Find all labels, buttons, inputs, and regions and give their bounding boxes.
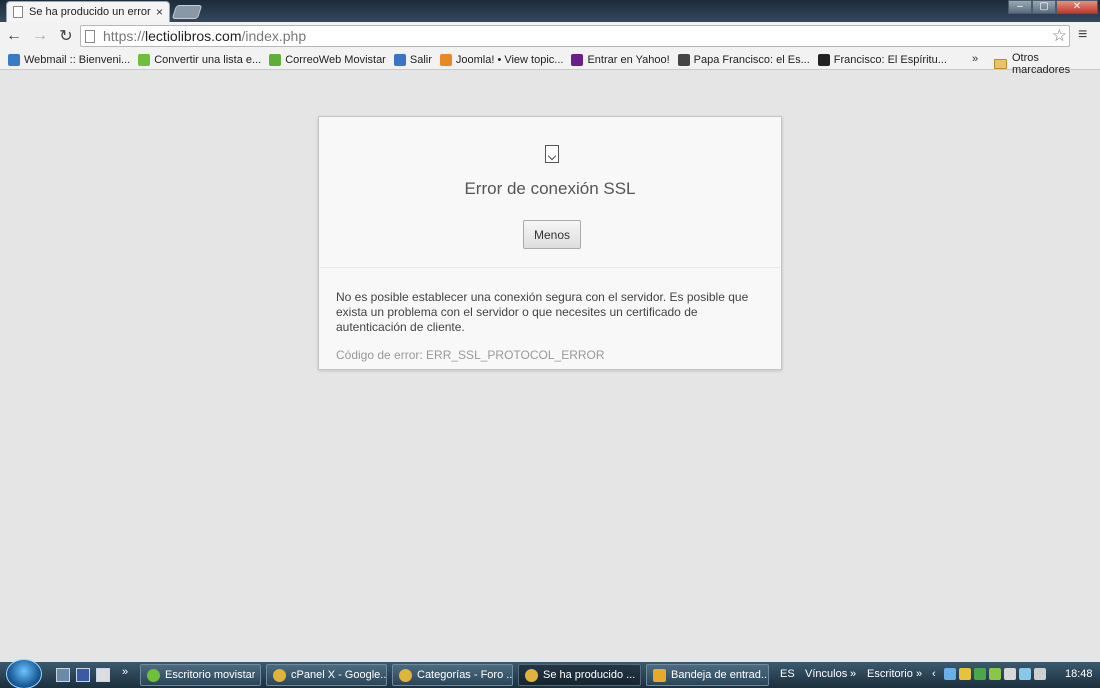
start-button[interactable] — [6, 659, 42, 688]
address-bar[interactable]: https://lectiolibros.com/index.php ☆ — [80, 25, 1070, 47]
bookmark-label: Francisco: El Espíritu... — [833, 53, 947, 66]
other-bookmarks-folder[interactable]: Otros marcadores — [994, 52, 1100, 76]
bookmark-label: Convertir una lista e... — [154, 53, 262, 66]
folder-icon — [994, 59, 1007, 69]
taskbar-button[interactable]: Escritorio movistar — [140, 664, 261, 686]
page-icon — [13, 6, 23, 18]
bookmark-label: Joomla! • View topic... — [455, 53, 564, 66]
mail-icon — [653, 668, 666, 682]
desktop-toolbar[interactable]: Escritorio — [867, 668, 913, 680]
error-title: Error de conexión SSL — [464, 179, 636, 198]
antivirus-icon[interactable] — [989, 668, 1001, 680]
check-icon[interactable] — [974, 668, 986, 680]
broken-document-icon — [545, 145, 559, 163]
error-details: No es posible establecer una conexión se… — [319, 268, 781, 362]
other-bookmarks-label: Otros marcadores — [1012, 52, 1071, 76]
error-description: No es posible establecer una conexión se… — [336, 290, 749, 334]
connection-icon[interactable] — [1019, 668, 1031, 680]
bookmarks-bar: Webmail :: Bienveni... Convertir una lis… — [0, 50, 1100, 76]
tray-expand-icon[interactable]: ‹ — [932, 668, 936, 680]
bookmark-item[interactable]: Joomla! • View topic... — [439, 53, 564, 66]
links-more-icon[interactable]: » — [850, 668, 856, 680]
et-icon — [138, 53, 151, 66]
page-icon — [85, 29, 95, 43]
chrome-icon — [399, 668, 412, 682]
bookmark-label: Webmail :: Bienveni... — [24, 53, 131, 66]
bookmark-label: Salir — [409, 53, 432, 66]
new-tab-button[interactable] — [171, 5, 203, 19]
minimize-button[interactable]: ‒ — [1008, 0, 1032, 14]
windows-taskbar: » Escritorio movistar cPanel X - Google.… — [0, 659, 1100, 688]
quick-launch-more-icon[interactable]: » — [122, 666, 128, 678]
chrome-menu-icon[interactable]: ≡ — [1078, 26, 1087, 44]
error-code: Código de error: ERR_SSL_PROTOCOL_ERROR — [336, 348, 605, 362]
url-text[interactable]: https://lectiolibros.com/index.php — [103, 28, 306, 44]
language-indicator[interactable]: ES — [780, 668, 795, 680]
links-toolbar[interactable]: Vínculos — [805, 668, 847, 680]
window-switch-icon[interactable] — [96, 668, 110, 682]
ssl-error-card: Error de conexión SSL Menos No es posibl… — [318, 116, 782, 370]
bookmark-item[interactable]: Entrar en Yahoo! — [571, 53, 670, 66]
bookmark-item[interactable]: Papa Francisco: el Es... — [677, 53, 810, 66]
quick-launch — [56, 668, 116, 682]
tab-title: Se ha producido un error d — [29, 6, 152, 18]
google-icon — [393, 53, 406, 66]
tab-close-icon[interactable]: × — [156, 5, 163, 19]
bookmark-item[interactable]: Francisco: El Espíritu... — [817, 53, 947, 66]
reload-button[interactable]: ↻ — [54, 24, 78, 48]
webmail-icon — [8, 53, 20, 66]
chrome-icon — [273, 668, 286, 682]
photoshop-icon[interactable] — [76, 668, 90, 682]
movistar-icon — [269, 53, 282, 66]
taskbar-button[interactable]: cPanel X - Google... — [266, 664, 387, 686]
taskbar-label: Se ha producido ... — [543, 669, 636, 681]
chrome-icon — [525, 668, 538, 682]
tab-active[interactable]: Se ha producido un error d × — [6, 1, 170, 22]
taskbar-button[interactable]: Bandeja de entrad... — [646, 664, 769, 686]
bookmarks-more-icon[interactable]: » — [972, 53, 978, 65]
bookmark-label: Papa Francisco: el Es... — [693, 53, 810, 66]
desktop-icon[interactable] — [56, 668, 70, 682]
bookmark-item[interactable]: CorreoWeb Movistar — [269, 53, 386, 66]
url-path: /index.php — [241, 28, 307, 44]
taskbar-label: Escritorio movistar — [165, 669, 256, 681]
bookmark-item[interactable]: Salir — [393, 53, 432, 66]
window-controls: ‒ ▢ ✕ — [1008, 0, 1098, 14]
browser-toolbar: ← → ↻ https://lectiolibros.com/index.php… — [0, 22, 1100, 50]
url-scheme: https:// — [103, 28, 146, 44]
rel-icon — [677, 53, 690, 66]
clock[interactable]: 18:48 — [1065, 668, 1093, 680]
less-button[interactable]: Menos — [523, 220, 581, 249]
system-tray — [944, 668, 1049, 680]
back-button[interactable]: ← — [2, 24, 26, 48]
bookmark-item[interactable]: Convertir una lista e... — [138, 53, 262, 66]
error-header: Error de conexión SSL Menos — [319, 117, 781, 268]
yahoo-icon — [571, 53, 584, 66]
close-window-button[interactable]: ✕ — [1056, 0, 1098, 14]
taskbar-label: Categorías - Foro ... — [417, 669, 512, 681]
forward-button[interactable]: → — [28, 24, 52, 48]
desktop-more-icon[interactable]: » — [916, 668, 922, 680]
maximize-button[interactable]: ▢ — [1032, 0, 1056, 14]
taskbar-label: cPanel X - Google... — [291, 669, 386, 681]
bookmark-item[interactable]: Webmail :: Bienveni... — [8, 53, 131, 66]
network-icon[interactable] — [944, 668, 956, 680]
tab-strip: Se ha producido un error d × ‒ ▢ ✕ — [0, 0, 1100, 22]
device-icon[interactable] — [1004, 668, 1016, 680]
taskbar-button[interactable]: Categorías - Foro ... — [392, 664, 513, 686]
url-host: lectiolibros.com — [145, 28, 242, 44]
bookmark-label: Entrar en Yahoo! — [587, 53, 670, 66]
movistar-icon — [147, 668, 160, 682]
l-icon — [817, 53, 830, 66]
notification-icon[interactable] — [959, 668, 971, 680]
joomla-icon — [439, 53, 452, 66]
bookmark-label: CorreoWeb Movistar — [285, 53, 386, 66]
bookmark-star-icon[interactable]: ☆ — [1052, 26, 1067, 46]
taskbar-button-active[interactable]: Se ha producido ... — [518, 664, 641, 686]
taskbar-label: Bandeja de entrad... — [671, 669, 768, 681]
volume-icon[interactable] — [1034, 668, 1046, 680]
